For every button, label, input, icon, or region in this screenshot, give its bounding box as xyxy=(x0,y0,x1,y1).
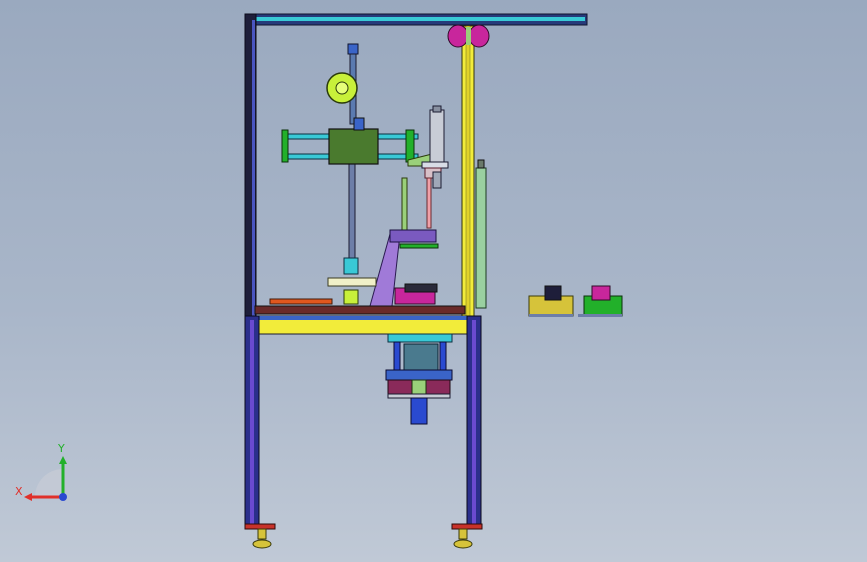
worktable-clamp xyxy=(404,283,438,293)
press-pillar-right xyxy=(439,341,447,373)
press-pillar-left xyxy=(393,341,401,373)
rail-bottom-left xyxy=(283,153,331,160)
worktable-plate xyxy=(254,305,466,315)
fixture-left-plate xyxy=(529,314,573,317)
right-foot-stem xyxy=(458,528,468,540)
rail-end-right xyxy=(405,129,415,163)
cylinder-cap xyxy=(432,105,442,113)
assembly-drawing[interactable] xyxy=(0,0,867,562)
guide-post xyxy=(401,177,408,231)
carriage-bracket xyxy=(353,117,365,131)
signal-light-left xyxy=(447,24,469,48)
right-foot-plate xyxy=(451,523,483,530)
left-column-stripe xyxy=(252,20,255,316)
rail-top-left xyxy=(283,133,331,140)
triad-y-label: Y xyxy=(58,442,65,455)
cad-viewport[interactable]: X Y xyxy=(0,0,867,562)
fixture-right-plate xyxy=(578,314,622,317)
press-base-plate xyxy=(387,393,451,399)
fixture-left-clamp xyxy=(544,285,562,301)
signal-light-mount xyxy=(466,27,471,45)
y-axis-arrow xyxy=(59,456,67,464)
spindle-cap xyxy=(347,43,359,55)
fixture-right[interactable] xyxy=(578,285,623,317)
side-column-body xyxy=(475,167,487,309)
right-leg-stripe xyxy=(472,320,476,526)
press-unit[interactable] xyxy=(385,333,453,425)
lower-crossbeam-edge xyxy=(245,316,481,320)
rail-end-left xyxy=(281,129,289,163)
triad-plane xyxy=(35,469,63,497)
right-column-core xyxy=(465,25,471,317)
left-leg-stripe xyxy=(250,320,254,526)
fixture-left[interactable] xyxy=(528,285,574,317)
side-column-cap xyxy=(477,159,485,169)
z-axis-dot xyxy=(59,493,67,501)
side-column[interactable] xyxy=(475,159,487,309)
press-fitting xyxy=(411,379,427,395)
worktable-bracket xyxy=(327,277,377,287)
press-core xyxy=(403,343,439,371)
carriage-assembly[interactable] xyxy=(281,117,441,167)
top-beam-rail xyxy=(255,17,585,21)
triad-x-label: X xyxy=(15,485,23,498)
spindle-base-block xyxy=(343,289,359,305)
press-top-plate xyxy=(387,333,453,343)
worktable-slider xyxy=(269,298,333,305)
left-foot-stem xyxy=(257,528,267,540)
spindle-assembly[interactable] xyxy=(326,43,359,305)
fixture-right-clamp xyxy=(591,285,611,301)
worktable[interactable] xyxy=(254,277,466,315)
cylinder-rod xyxy=(426,177,432,229)
x-axis-arrow xyxy=(24,493,32,501)
signal-light-right xyxy=(468,24,490,48)
press-cylinder xyxy=(410,397,428,425)
left-foot-plate xyxy=(244,523,276,530)
cylinder-assembly[interactable] xyxy=(401,105,449,231)
ramp-platform xyxy=(389,229,437,243)
drive-wheel-hub xyxy=(335,81,349,95)
cylinder-flange xyxy=(421,161,449,169)
spindle-collar xyxy=(343,257,359,275)
ramp-edge xyxy=(399,243,439,249)
right-foot-pad xyxy=(453,539,473,549)
orientation-triad xyxy=(24,456,67,501)
carriage-plate xyxy=(328,128,379,165)
cylinder-sensor xyxy=(432,171,442,189)
cylinder-body xyxy=(429,109,445,165)
left-foot-pad xyxy=(252,539,272,549)
press-bed xyxy=(385,369,453,381)
